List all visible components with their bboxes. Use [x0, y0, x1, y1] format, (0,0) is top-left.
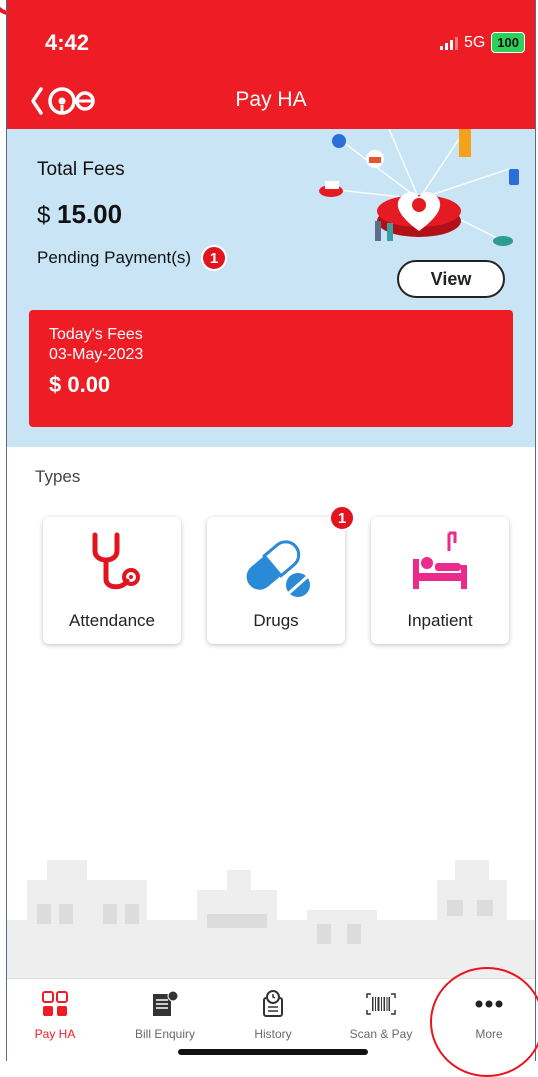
tab-more[interactable]: More	[444, 989, 534, 1041]
hospital-bed-icon	[413, 531, 467, 589]
battery-icon: 100	[491, 32, 525, 53]
page-title: Pay HA	[235, 88, 307, 111]
tab-pay-ha[interactable]: Pay HA	[10, 989, 100, 1041]
types-heading: Types	[35, 467, 81, 486]
more-icon	[475, 1000, 503, 1008]
pending-payments: Pending Payment(s) 1	[37, 245, 228, 271]
currency-symbol: $	[37, 202, 51, 229]
todays-fees-amount: $ 0.00	[49, 372, 111, 397]
total-fees-value: 15.00	[57, 199, 123, 229]
bill-icon	[153, 990, 179, 1016]
tab-label: Scan & Pay	[349, 1027, 413, 1041]
pending-label: Pending Payment(s)	[37, 248, 192, 267]
hospital-network-illustration	[319, 129, 519, 246]
type-attendance[interactable]: Attendance	[43, 517, 181, 644]
todays-fees-label: Today's Fees	[49, 326, 143, 343]
stethoscope-icon	[92, 532, 140, 590]
tab-label: More	[475, 1027, 503, 1041]
status-time: 4:42	[45, 30, 90, 55]
total-fees-label: Total Fees	[37, 159, 125, 180]
todays-fees-card[interactable]: Today's Fees 03-May-2023 $ 0.00	[29, 310, 513, 427]
tab-history[interactable]: History	[228, 989, 318, 1041]
drugs-badge: 1	[329, 505, 355, 531]
view-button[interactable]: View	[397, 260, 505, 298]
tab-label: History	[254, 1027, 292, 1041]
history-icon	[263, 990, 283, 1017]
fees-summary: Total Fees $ 15.00 Pending Payment(s) 1	[7, 129, 535, 447]
tab-scan-pay[interactable]: Scan & Pay	[336, 989, 426, 1041]
tab-label: Pay HA	[34, 1027, 76, 1041]
todays-fees-date: 03-May-2023	[49, 346, 144, 363]
hospital-skyline-decoration	[7, 860, 535, 980]
tile-label: Drugs	[253, 611, 299, 630]
tab-bill-enquiry[interactable]: Bill Enquiry	[120, 989, 210, 1041]
total-fees-amount: $ 15.00	[37, 199, 122, 230]
app-header: 4:42 5G 100 Pay HA	[7, 0, 535, 129]
tab-label: Bill Enquiry	[134, 1027, 196, 1041]
pending-count-badge: 1	[201, 245, 228, 271]
tile-label: Inpatient	[407, 611, 473, 630]
app-screen: 4:42 5G 100 Pay HA Total Fees $ 15.00 Pe…	[6, 0, 536, 1061]
home-indicator	[178, 1049, 368, 1055]
network-label: 5G	[463, 33, 486, 51]
grid-icon	[42, 991, 68, 1016]
barcode-icon	[366, 993, 396, 1015]
type-inpatient[interactable]: Inpatient	[371, 517, 509, 644]
pill-icon	[246, 540, 310, 597]
type-drugs[interactable]: Drugs 1	[207, 505, 355, 644]
tile-label: Attendance	[68, 611, 155, 630]
signal-icon	[439, 36, 458, 50]
status-indicators: 5G 100	[439, 32, 525, 53]
